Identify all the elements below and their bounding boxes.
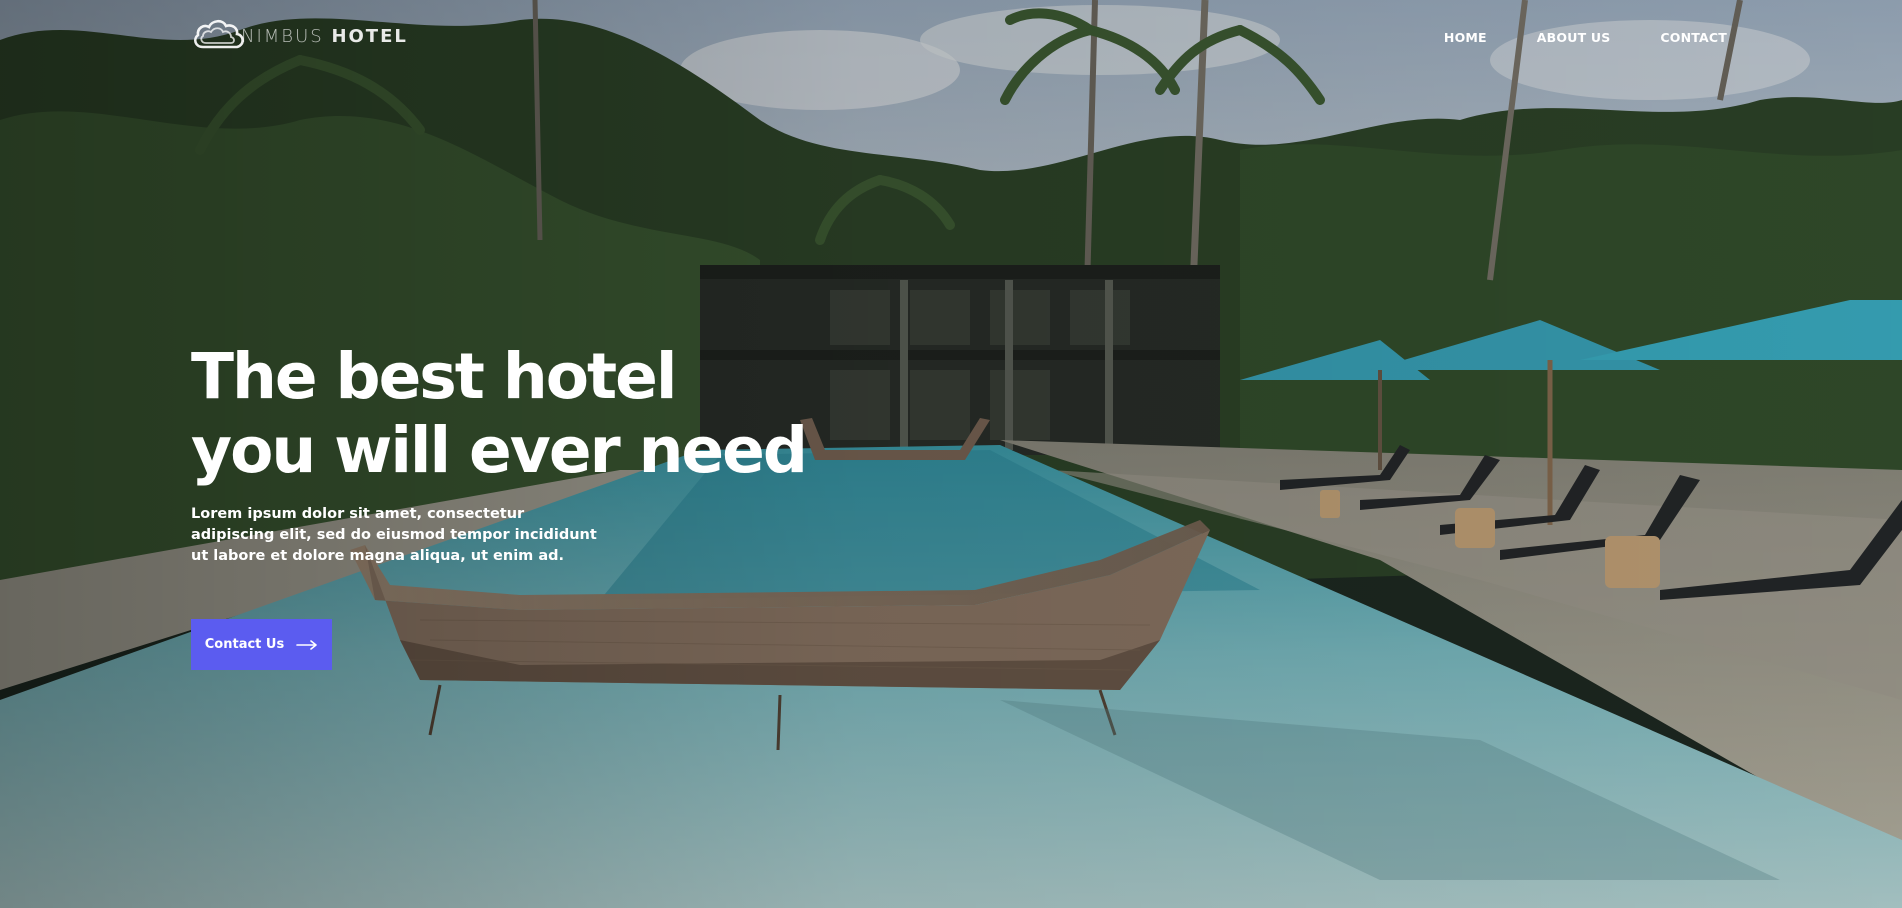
contact-us-button[interactable]: Contact Us — [191, 619, 332, 670]
brand-name-part1: NIMBUS — [241, 25, 324, 47]
main-nav: HOME ABOUT US CONTACT — [1444, 30, 1727, 45]
hero-content: The best hotel you will ever need Lorem … — [191, 340, 911, 567]
logo-link[interactable]: NIMBUS HOTEL — [191, 16, 408, 56]
arrow-right-icon — [296, 639, 318, 650]
contact-us-button-label: Contact Us — [204, 637, 285, 652]
cloud-icon — [193, 19, 244, 49]
nav-about-us[interactable]: ABOUT US — [1537, 30, 1611, 45]
hero-headline-line2: you will ever need — [191, 414, 808, 487]
brand-name-part2: HOTEL — [331, 25, 408, 47]
hero-description: Lorem ipsum dolor sit amet, consectetur … — [191, 506, 597, 564]
site-header: NIMBUS HOTEL HOME ABOUT US CONTACT — [0, 0, 1902, 80]
hero-headline-line1: The best hotel — [191, 340, 677, 413]
hero-section: NIMBUS HOTEL HOME ABOUT US CONTACT The b… — [0, 0, 1902, 908]
logo-text: NIMBUS HOTEL — [241, 26, 408, 47]
nav-contact[interactable]: CONTACT — [1660, 30, 1727, 45]
hero-headline: The best hotel you will ever need — [191, 340, 911, 488]
nav-home[interactable]: HOME — [1444, 30, 1487, 45]
